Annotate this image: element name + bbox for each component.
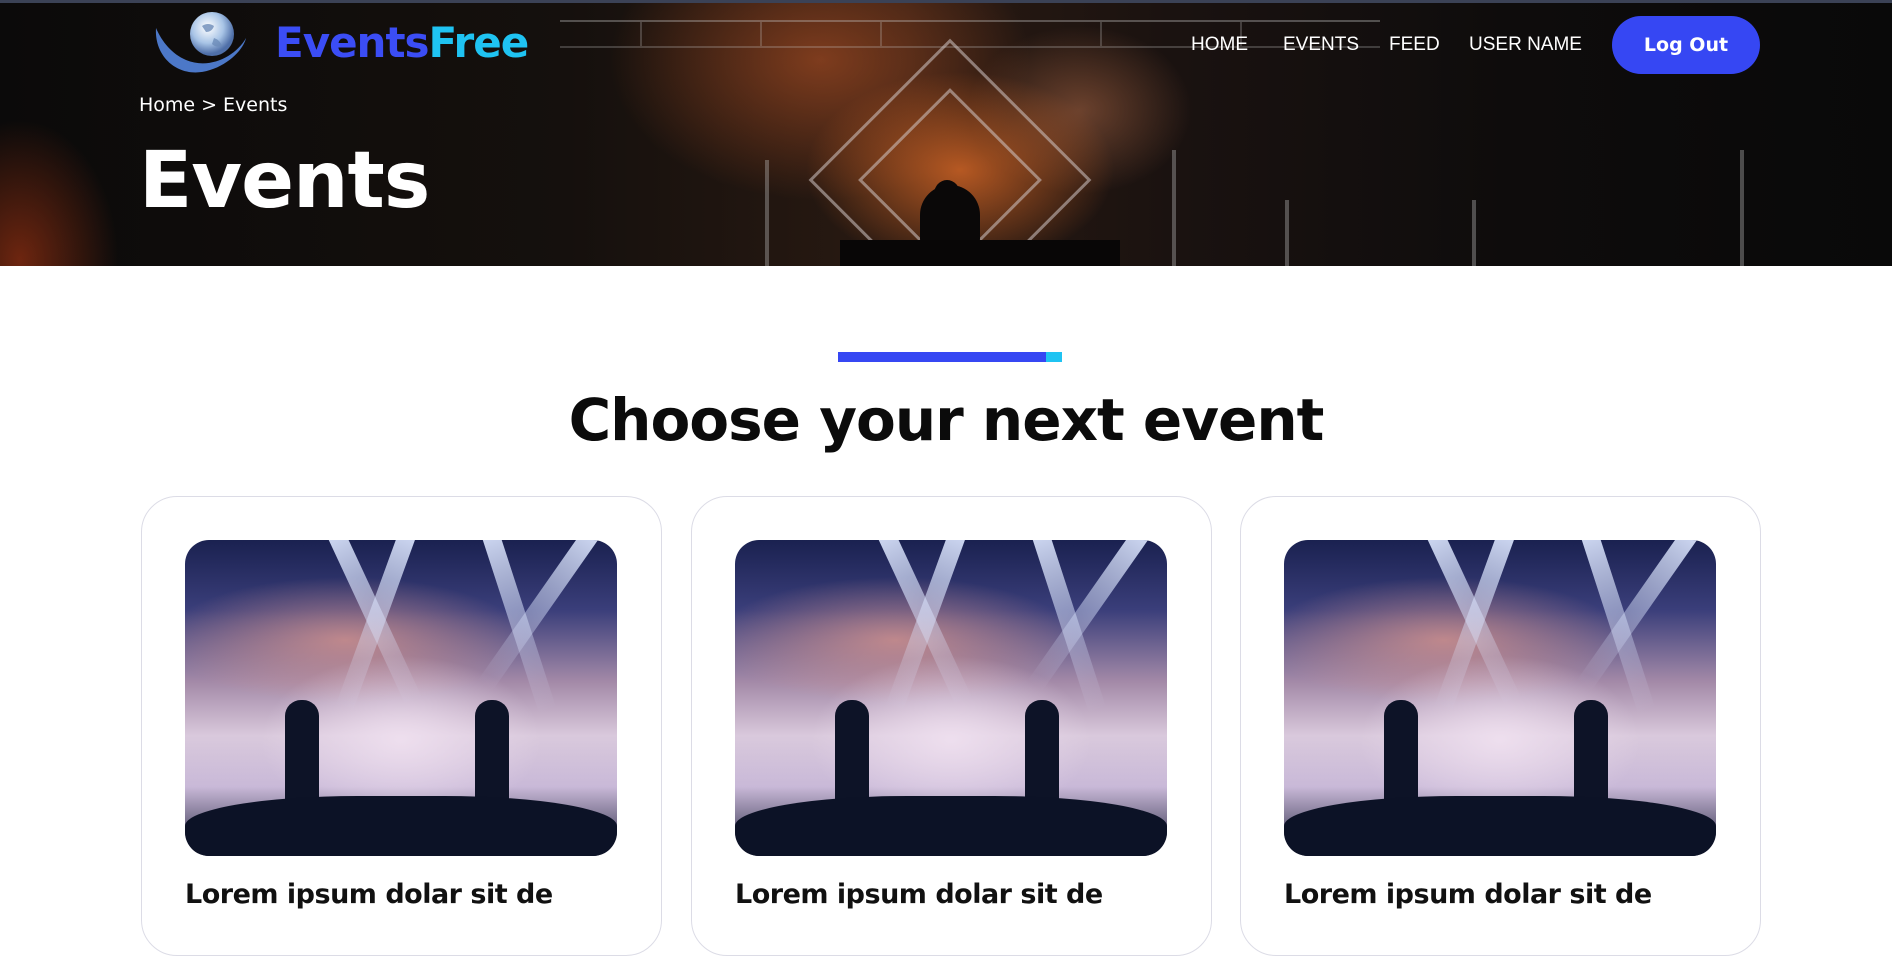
stage-truss <box>560 20 1380 48</box>
nav-home[interactable]: HOME <box>1191 34 1248 56</box>
logo-wordmark[interactable]: EventsFree <box>275 18 530 67</box>
dj-silhouette <box>920 185 980 245</box>
hero-banner: EventsFree HOME EVENTS FEED USER NAME Lo… <box>0 0 1892 266</box>
nav-feed[interactable]: FEED <box>1389 34 1440 56</box>
section-title: Choose your next event <box>568 386 1325 454</box>
breadcrumb-current: Events <box>223 94 288 116</box>
breadcrumb-home[interactable]: Home <box>139 94 195 116</box>
event-card[interactable]: Lorem ipsum dolar sit de <box>1240 496 1761 956</box>
nav-events[interactable]: EVENTS <box>1283 34 1359 56</box>
event-image[interactable] <box>1284 540 1716 856</box>
crowd-silhouette <box>185 796 617 856</box>
top-border <box>0 0 1892 3</box>
event-image[interactable] <box>735 540 1167 856</box>
event-image[interactable] <box>185 540 617 856</box>
breadcrumb: Home > Events <box>139 94 293 116</box>
crowd-silhouette <box>1284 796 1716 856</box>
logo-text-free: Free <box>428 18 530 67</box>
globe-wave-icon[interactable] <box>150 8 250 80</box>
breadcrumb-separator: > <box>201 94 218 116</box>
nav-user-name[interactable]: USER NAME <box>1469 34 1582 56</box>
logo-text-events: Events <box>275 18 430 67</box>
event-card[interactable]: Lorem ipsum dolar sit de <box>141 496 662 956</box>
logout-button[interactable]: Log Out <box>1612 16 1760 74</box>
event-title[interactable]: Lorem ipsum dolar sit de <box>1284 879 1652 910</box>
event-title[interactable]: Lorem ipsum dolar sit de <box>185 879 553 910</box>
event-card[interactable]: Lorem ipsum dolar sit de <box>691 496 1212 956</box>
event-title[interactable]: Lorem ipsum dolar sit de <box>735 879 1103 910</box>
crowd-silhouette <box>735 796 1167 856</box>
dj-deck <box>840 240 1120 266</box>
page-title: Events <box>139 136 430 226</box>
section-accent-bar <box>838 352 1062 362</box>
